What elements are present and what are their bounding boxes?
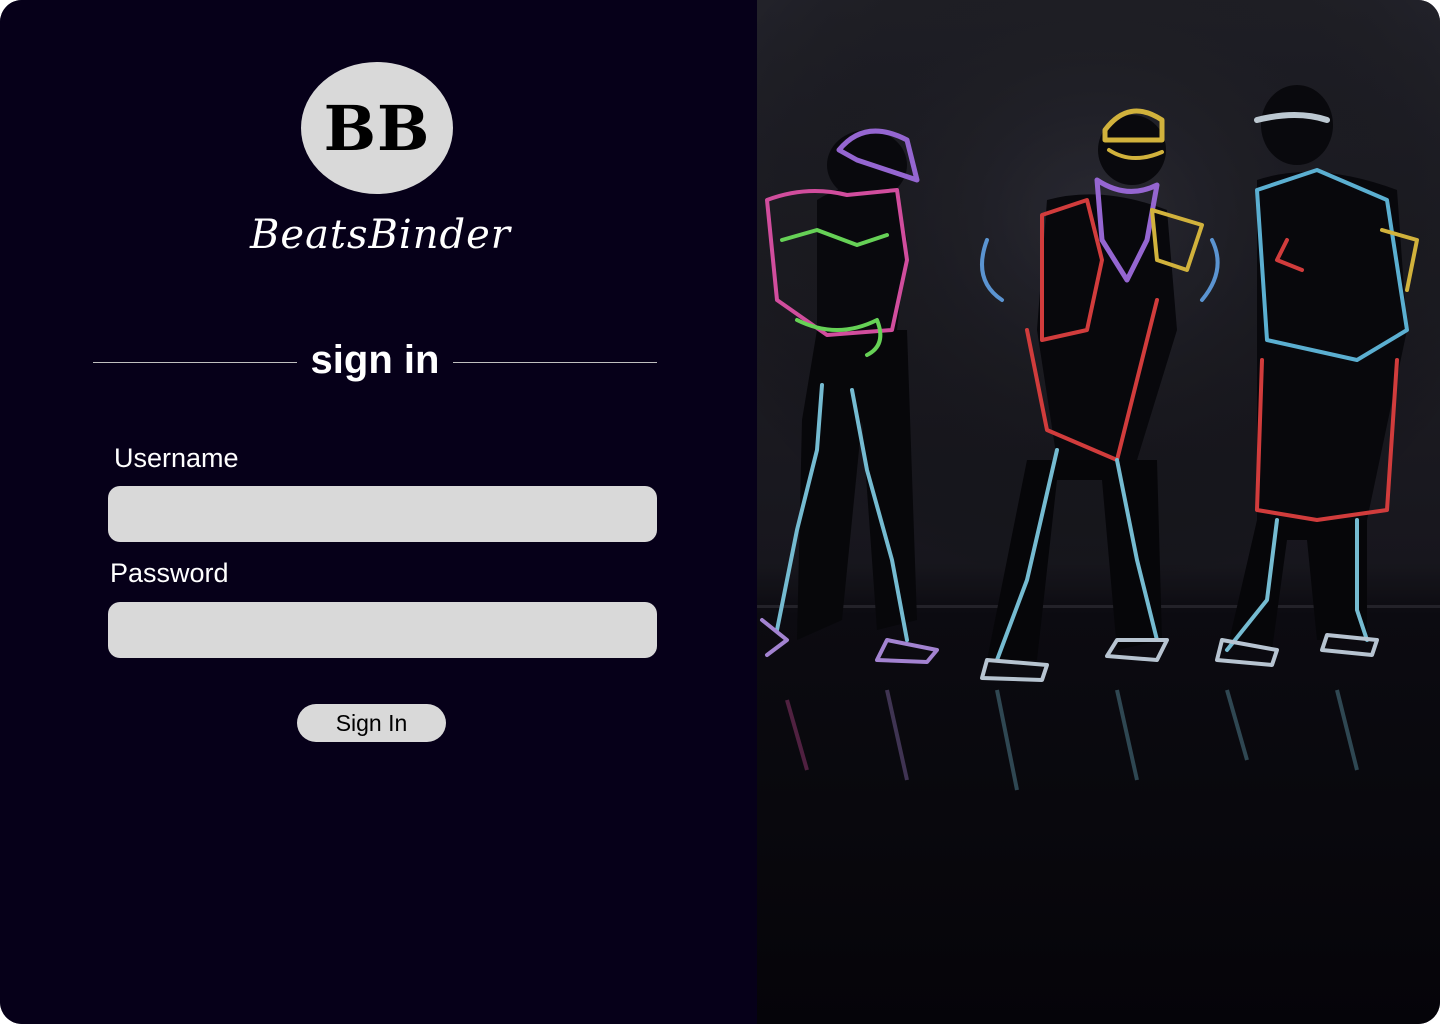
username-label: Username xyxy=(114,443,239,473)
logo-badge: BB xyxy=(301,62,453,194)
app-window: BB BeatsBinder sign in Username Password… xyxy=(0,0,1440,1024)
username-input[interactable] xyxy=(108,486,657,542)
title-divider-left xyxy=(93,362,297,363)
title-divider-right xyxy=(453,362,657,363)
brand-name: BeatsBinder xyxy=(250,212,511,258)
hero-illustration xyxy=(757,0,1440,1024)
password-input[interactable] xyxy=(108,602,657,658)
password-label: Password xyxy=(110,558,229,588)
signin-button[interactable]: Sign In xyxy=(297,704,446,742)
signin-title: sign in xyxy=(310,338,440,382)
logo-initials: BB xyxy=(323,91,431,165)
hero-image xyxy=(757,0,1440,1024)
signin-panel: BB BeatsBinder sign in Username Password… xyxy=(0,0,757,1024)
